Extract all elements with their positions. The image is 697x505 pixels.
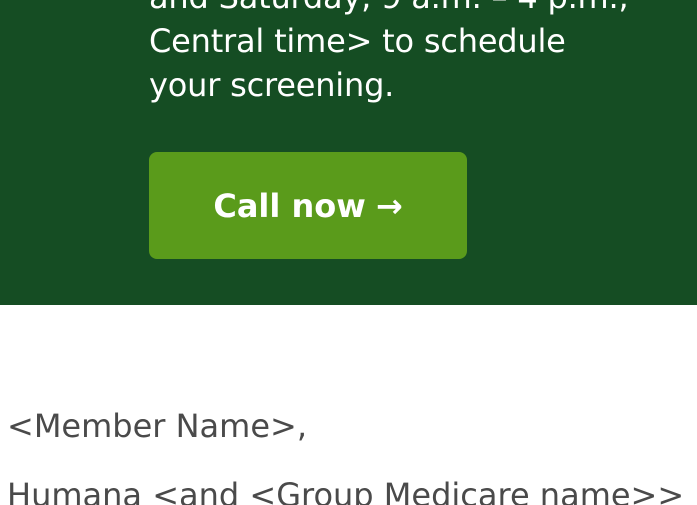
letter-opening-line: Humana <and <Group Medicare name>>: [7, 476, 685, 505]
member-greeting: <Member Name>,: [7, 407, 307, 445]
hero-message-line-2: Central time> to schedule: [149, 22, 566, 60]
letter-body: <Member Name>, Humana <and <Group Medica…: [0, 305, 697, 505]
call-now-button[interactable]: Call now →: [149, 152, 467, 259]
right-arrow-icon: →: [375, 186, 403, 225]
email-page: and Saturday, 9 a.m. – 4 p.m., Central t…: [0, 0, 697, 505]
hero-banner: and Saturday, 9 a.m. – 4 p.m., Central t…: [0, 0, 697, 305]
hero-message: and Saturday, 9 a.m. – 4 p.m., Central t…: [149, 0, 649, 107]
hero-message-line-3: your screening.: [149, 66, 395, 104]
hero-message-line-1: and Saturday, 9 a.m. – 4 p.m.,: [149, 0, 649, 19]
call-now-label: Call now: [213, 186, 366, 225]
